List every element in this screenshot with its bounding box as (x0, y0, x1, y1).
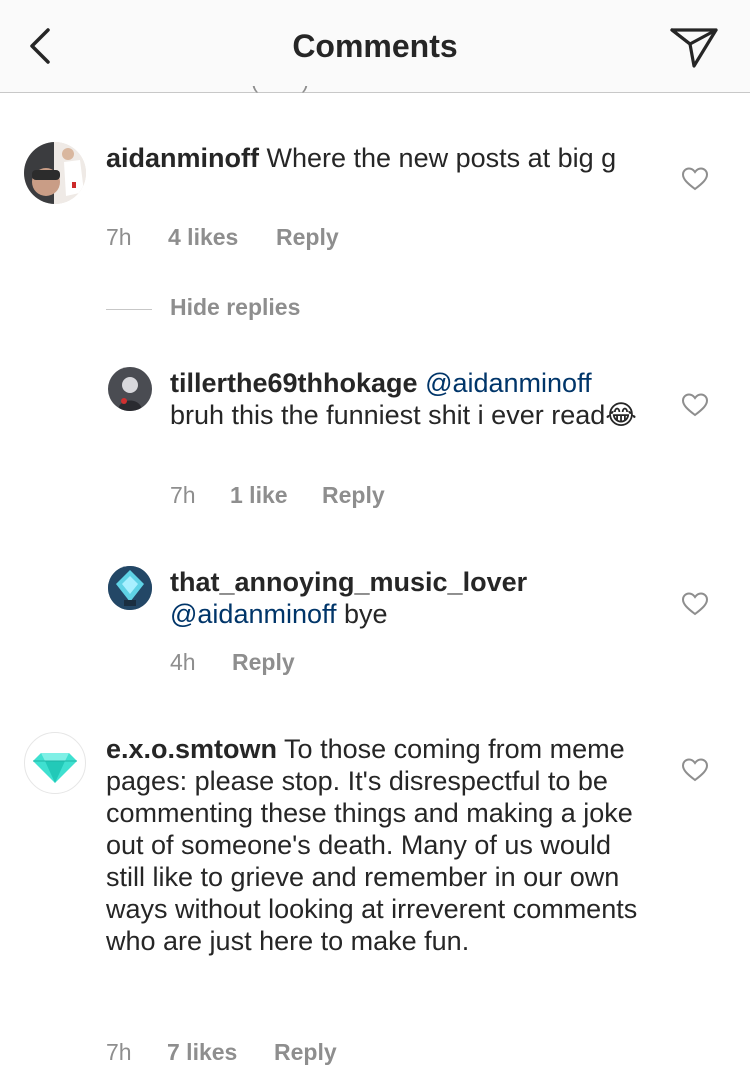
comment-time: 7h (170, 482, 196, 508)
page-title: Comments (292, 28, 458, 64)
comment-likes[interactable]: 1 like (230, 482, 322, 509)
avatar-photo (108, 566, 152, 610)
diamond-avatar-icon (33, 753, 77, 783)
comment-meta: 7h 1 like Reply (170, 482, 385, 509)
avatar[interactable] (108, 566, 152, 610)
comment-time: 4h (170, 649, 196, 675)
comment-body: bye (336, 599, 388, 629)
comment-text: that_annoying_music_lover @aidanminoff b… (170, 566, 650, 630)
comment-body: bruh this the funniest shit i ever read (170, 400, 606, 430)
avatar-photo (24, 142, 86, 204)
comment-username[interactable]: aidanminoff (106, 143, 259, 173)
reply-button[interactable]: Reply (276, 224, 339, 251)
heart-icon[interactable] (682, 393, 708, 417)
share-button[interactable] (666, 22, 722, 70)
comment-body: Where the new posts at big g (259, 143, 617, 173)
comment-meta: 7h 4 likes Reply (106, 224, 339, 251)
comment-username[interactable]: that_annoying_music_lover (170, 567, 527, 597)
comment-meta: 4h Reply (170, 649, 295, 676)
comment-likes[interactable]: 4 likes (168, 224, 276, 251)
laughing-emoji: 😂 (605, 400, 637, 430)
heart-icon[interactable] (682, 592, 708, 616)
clipped-previous-text: · · ( · ) (200, 86, 380, 94)
comment-time: 7h (106, 1039, 132, 1065)
header-bar: Comments (0, 0, 750, 93)
hide-replies-label: Hide replies (170, 294, 301, 320)
heart-icon[interactable] (682, 758, 708, 782)
comment-body: To those coming from meme pages: please … (106, 734, 638, 956)
mention-link[interactable]: @aidanminoff (425, 368, 592, 398)
comment-text: aidanminoff Where the new posts at big g (106, 142, 646, 174)
comment-likes[interactable]: 7 likes (167, 1039, 274, 1066)
comment-text: e.x.o.smtown To those coming from meme p… (106, 733, 646, 957)
avatar[interactable] (24, 142, 86, 204)
comment-time: 7h (106, 224, 132, 250)
avatar-photo (108, 367, 152, 411)
comment-text: tillerthe69thhokage @aidanminoff bruh th… (170, 367, 650, 431)
avatar[interactable] (24, 732, 86, 794)
comment-username[interactable]: tillerthe69thhokage (170, 368, 418, 398)
paper-plane-icon (670, 28, 718, 68)
comment-meta: 7h 7 likes Reply (106, 1039, 337, 1066)
mention-link[interactable]: @aidanminoff (170, 599, 337, 629)
reply-button[interactable]: Reply (232, 649, 295, 676)
reply-button[interactable]: Reply (322, 482, 385, 509)
reply-button[interactable]: Reply (274, 1039, 337, 1066)
heart-icon[interactable] (682, 167, 708, 191)
comment-username[interactable]: e.x.o.smtown (106, 734, 277, 764)
divider-line (106, 309, 152, 310)
avatar[interactable] (108, 367, 152, 411)
